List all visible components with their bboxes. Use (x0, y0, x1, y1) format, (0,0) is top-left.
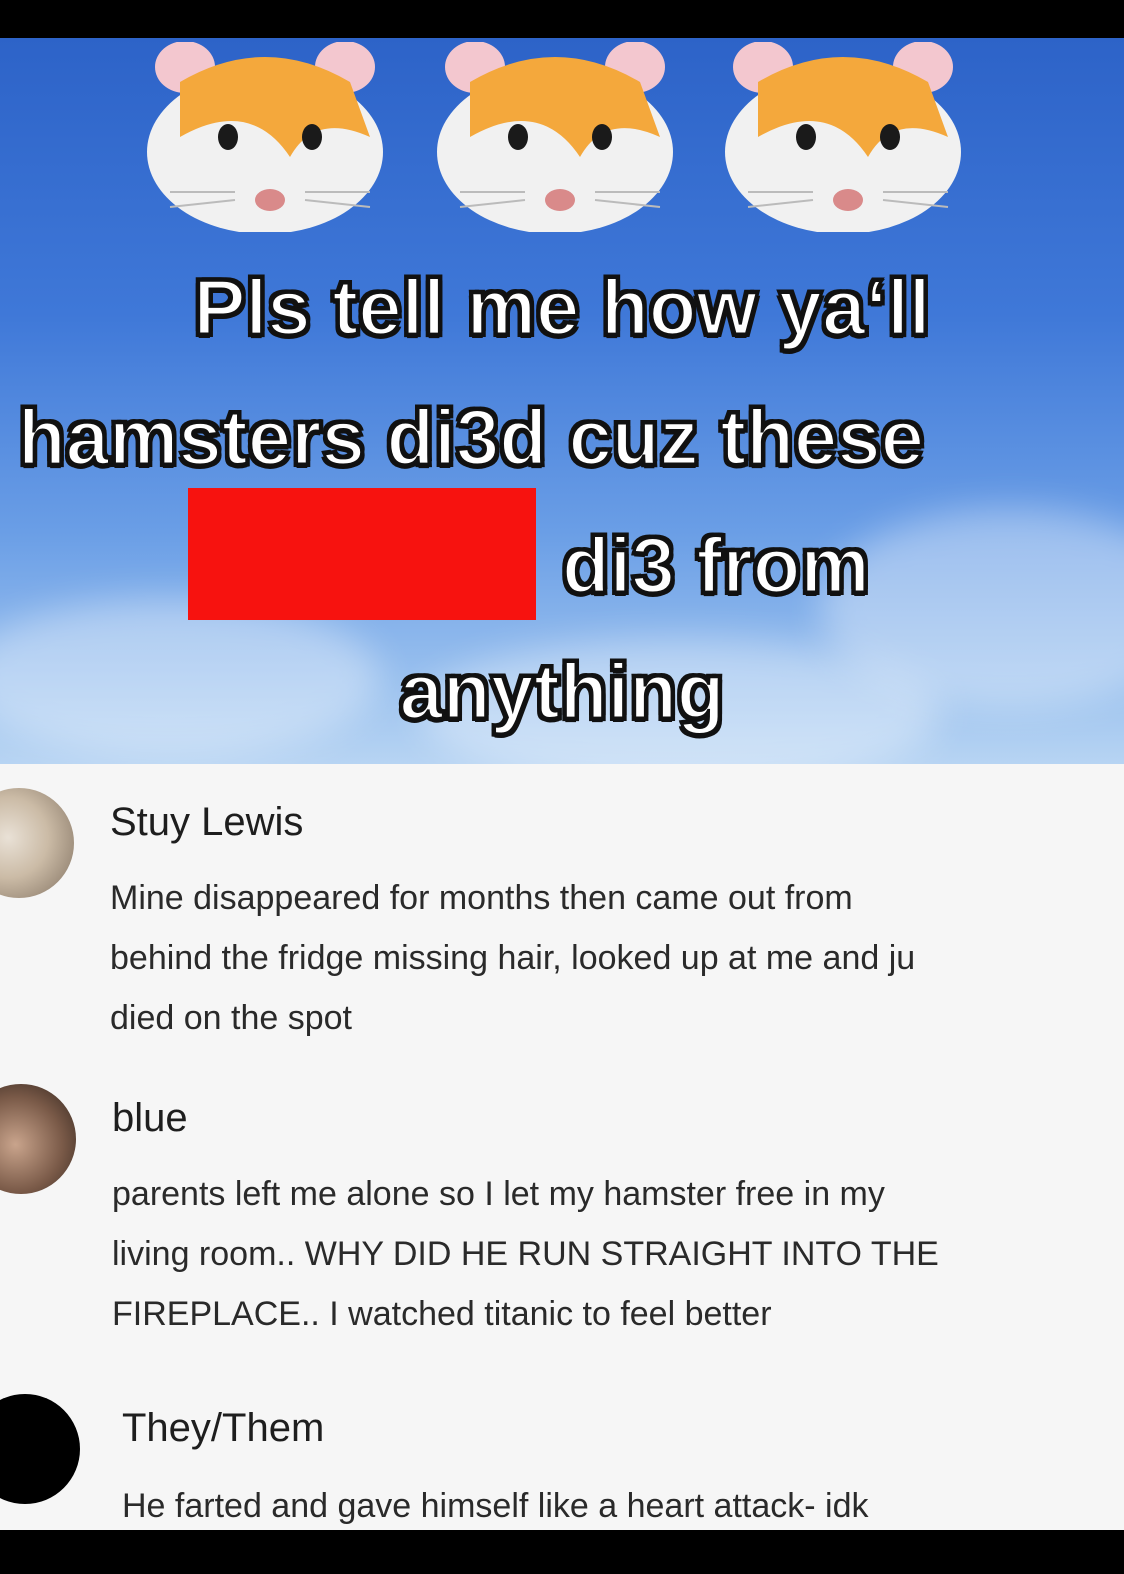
comment-text: Mine disappeared for months then came ou… (110, 879, 916, 1037)
comment-text: He farted and gave himself like a heart … (122, 1487, 869, 1525)
caption-line-4: anything (398, 646, 726, 737)
comment-text: parents left me alone so I let my hamste… (112, 1175, 939, 1333)
avatar[interactable] (0, 1394, 80, 1504)
hamster-face-icon (725, 42, 961, 232)
comment-list: Stuy Lewis Mine disappeared for months t… (0, 764, 1124, 1530)
caption-line-3: di3 from (561, 520, 872, 611)
redaction-box (188, 488, 536, 620)
comment-author[interactable]: Stuy Lewis (110, 800, 303, 845)
video-frame[interactable]: Pls tell me how ya‘ll hamsters di3d cuz … (0, 38, 1124, 764)
top-letterbox (0, 0, 1124, 38)
avatar[interactable] (0, 788, 74, 898)
hamster-face-icon (147, 42, 383, 232)
avatar[interactable] (0, 1084, 76, 1194)
comment-author[interactable]: They/Them (122, 1406, 324, 1451)
hamster-face-icon (437, 42, 673, 232)
bottom-letterbox (0, 1530, 1124, 1574)
caption-line-1: Pls tell me how ya‘ll (192, 262, 932, 353)
comment-author[interactable]: blue (112, 1096, 188, 1141)
caption-line-2: hamsters di3d cuz these (17, 392, 926, 483)
